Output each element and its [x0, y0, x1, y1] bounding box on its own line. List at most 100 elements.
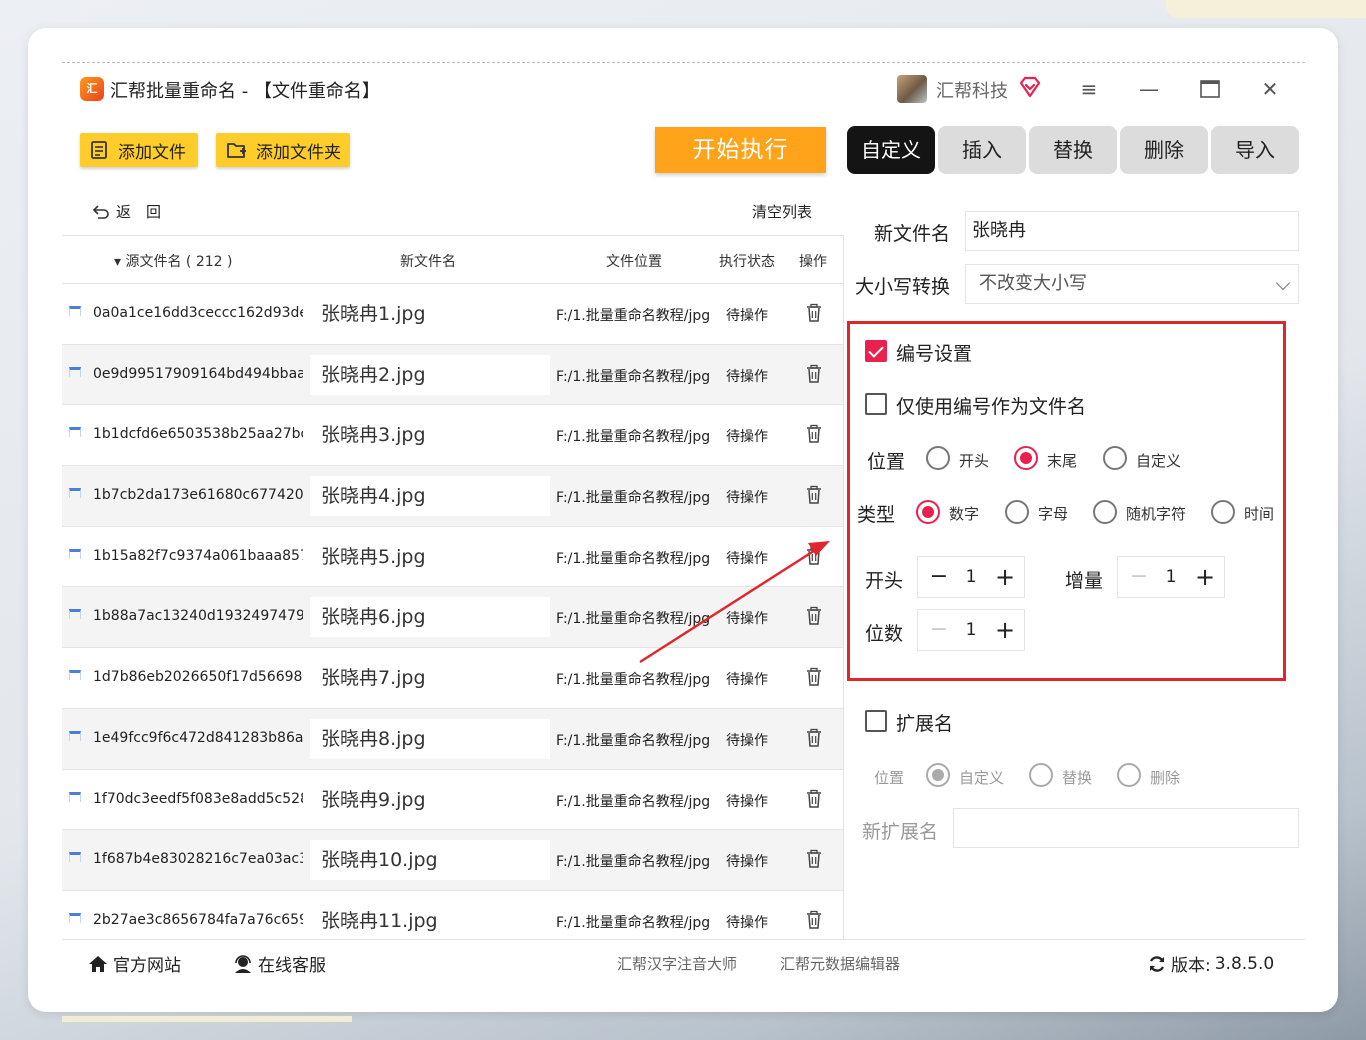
- numbering-checkbox[interactable]: [865, 340, 887, 362]
- increment-decrement-button[interactable]: −: [1128, 565, 1150, 589]
- trash-icon[interactable]: [805, 667, 823, 687]
- menu-icon[interactable]: ≡: [1074, 75, 1104, 103]
- digits-label: 位数: [865, 623, 904, 645]
- type-option-time: 时间: [1244, 505, 1275, 523]
- new-name-input[interactable]: 张晓冉: [965, 211, 1299, 251]
- only-number-checkbox[interactable]: [865, 393, 887, 415]
- file-list: ▾ 源文件名 ( 212 ) 新文件名 文件位置 执行状态 操作 0a0a1ce…: [62, 235, 843, 939]
- trash-icon[interactable]: [805, 424, 823, 444]
- new-ext-input[interactable]: [953, 808, 1299, 848]
- add-file-button[interactable]: 添加文件: [80, 133, 198, 167]
- tab-custom[interactable]: 自定义: [847, 126, 935, 174]
- tab-replace[interactable]: 替换: [1029, 126, 1117, 174]
- increment-value[interactable]: 1: [1156, 567, 1186, 587]
- position-label: 位置: [867, 451, 906, 473]
- trash-icon[interactable]: [805, 728, 823, 748]
- table-row[interactable]: 1b7cb2da173e61680c677420e 张晓冉4.jpg F:/1.批量…: [62, 466, 843, 527]
- vip-diamond-icon[interactable]: [1018, 75, 1042, 99]
- image-file-icon: [69, 852, 81, 863]
- ext-radio-delete[interactable]: [1117, 763, 1141, 787]
- image-file-icon: [69, 548, 81, 559]
- trash-icon[interactable]: [805, 849, 823, 869]
- type-radio-letter[interactable]: [1005, 500, 1029, 524]
- image-file-icon: [69, 609, 81, 620]
- maximize-icon[interactable]: [1195, 75, 1225, 103]
- increment-increment-button[interactable]: +: [1194, 565, 1216, 589]
- table-row[interactable]: 1b15a82f7c9374a061baaa857 张晓冉5.jpg F:/1.批量…: [62, 527, 843, 588]
- type-radio-time[interactable]: [1211, 500, 1235, 524]
- trash-icon[interactable]: [805, 789, 823, 809]
- panel-divider: [843, 235, 844, 939]
- start-value[interactable]: 1: [956, 567, 986, 587]
- numbering-label: 编号设置: [896, 343, 973, 365]
- extension-checkbox[interactable]: [865, 710, 887, 732]
- official-site-link[interactable]: 官方网站: [87, 951, 181, 976]
- table-row[interactable]: 1b88a7ac13240d19324974795 张晓冉6.jpg F:/1.批量…: [62, 587, 843, 649]
- add-file-icon: [91, 141, 107, 159]
- status-text: 待操作: [726, 854, 768, 871]
- tab-import[interactable]: 导入: [1211, 126, 1299, 174]
- digits-value[interactable]: 1: [956, 620, 986, 640]
- table-row[interactable]: 1d7b86eb2026650f17d56698c 张晓冉7.jpg F:/1.批量…: [62, 648, 843, 709]
- minimize-icon[interactable]: —: [1134, 75, 1164, 103]
- image-file-icon: [69, 730, 81, 741]
- tab-delete[interactable]: 删除: [1120, 126, 1208, 174]
- pinyin-tool-link[interactable]: 汇帮汉字注音大师: [617, 953, 737, 974]
- ext-radio-custom[interactable]: [926, 763, 950, 787]
- table-row[interactable]: 0a0a1ce16dd3ceccc162d93de 张晓冉1.jpg F:/1.批量…: [62, 284, 843, 345]
- back-button[interactable]: 返 回: [92, 201, 161, 222]
- mode-tabs: 自定义 插入 替换 删除 导入: [847, 126, 1299, 174]
- digits-decrement-button[interactable]: −: [928, 618, 950, 642]
- case-select-value: 不改变大小写: [979, 273, 1087, 294]
- digits-increment-button[interactable]: +: [994, 618, 1016, 642]
- start-run-button[interactable]: 开始执行: [655, 127, 826, 173]
- footer: 官方网站 在线客服 汇帮汉字注音大师 汇帮元数据编辑器 版本: 3.8.5.0: [62, 939, 1305, 987]
- add-folder-button[interactable]: 添加文件夹: [216, 133, 350, 167]
- title-bar: 汇 汇帮批量重命名 - 【文件重命名】 汇帮科技 ≡ — ✕: [62, 63, 1305, 115]
- header-source[interactable]: ▾ 源文件名 ( 212 ): [114, 251, 232, 271]
- type-radio-random[interactable]: [1093, 500, 1117, 524]
- trash-icon[interactable]: [805, 606, 823, 626]
- close-icon[interactable]: ✕: [1255, 75, 1285, 103]
- position-radio-custom[interactable]: [1103, 446, 1127, 470]
- image-file-icon: [69, 912, 81, 923]
- table-row[interactable]: 2b27ae3c8656784fa7a76c659 张晓冉11.jpg F:/1.批…: [62, 891, 843, 939]
- table-row[interactable]: 0e9d99517909164bd494bbaa 张晓冉2.jpg F:/1.批量重…: [62, 344, 843, 406]
- ext-radio-replace[interactable]: [1029, 763, 1053, 787]
- trash-icon[interactable]: [805, 364, 823, 384]
- position-option-start: 开头: [959, 452, 990, 470]
- image-file-icon: [69, 427, 81, 438]
- trash-icon[interactable]: [805, 303, 823, 323]
- tab-insert[interactable]: 插入: [938, 126, 1026, 174]
- start-increment-button[interactable]: +: [994, 565, 1016, 589]
- clear-list-button[interactable]: 清空列表: [752, 201, 812, 222]
- version-info[interactable]: 版本: 3.8.5.0: [1147, 951, 1274, 976]
- table-row[interactable]: 1f70dc3eedf5f083e8add5c528 张晓冉9.jpg F:/1.批…: [62, 770, 843, 831]
- start-decrement-button[interactable]: −: [928, 565, 950, 589]
- new-filename: 张晓冉7.jpg: [310, 658, 550, 699]
- user-avatar[interactable]: [897, 75, 927, 103]
- table-row[interactable]: 1b1dcfd6e6503538b25aa27bd 张晓冉3.jpg F:/1.批量…: [62, 405, 843, 467]
- header-location: 文件位置: [606, 254, 662, 270]
- new-filename: 张晓冉9.jpg: [310, 779, 550, 820]
- image-file-icon: [69, 791, 81, 802]
- extension-label: 扩展名: [896, 713, 954, 735]
- online-support-label: 在线客服: [258, 956, 326, 976]
- table-row[interactable]: 1f687b4e83028216c7ea03ac3 张晓冉10.jpg F:/1.批…: [62, 830, 843, 891]
- position-radio-start[interactable]: [926, 446, 950, 470]
- trash-icon[interactable]: [805, 910, 823, 930]
- online-support-link[interactable]: 在线客服: [232, 951, 326, 976]
- position-radio-end[interactable]: [1014, 446, 1038, 470]
- source-filename: 1b15a82f7c9374a061baaa857: [93, 547, 303, 564]
- type-radio-number[interactable]: [916, 500, 940, 524]
- app-window: 汇 汇帮批量重命名 - 【文件重命名】 汇帮科技 ≡ — ✕ 添加文件 添加文件…: [62, 62, 1305, 986]
- trash-icon[interactable]: [805, 485, 823, 505]
- chevron-down-icon: [1275, 275, 1291, 291]
- table-row[interactable]: 1e49fcc9f6c472d841283b86a8 张晓冉8.jpg F:/1.批…: [62, 708, 843, 770]
- trash-icon[interactable]: [805, 546, 823, 566]
- digits-stepper: − 1 +: [917, 609, 1025, 651]
- support-headset-icon: [235, 954, 251, 973]
- metadata-tool-link[interactable]: 汇帮元数据编辑器: [780, 953, 900, 974]
- case-select[interactable]: 不改变大小写: [965, 264, 1299, 304]
- status-text: 待操作: [726, 429, 768, 446]
